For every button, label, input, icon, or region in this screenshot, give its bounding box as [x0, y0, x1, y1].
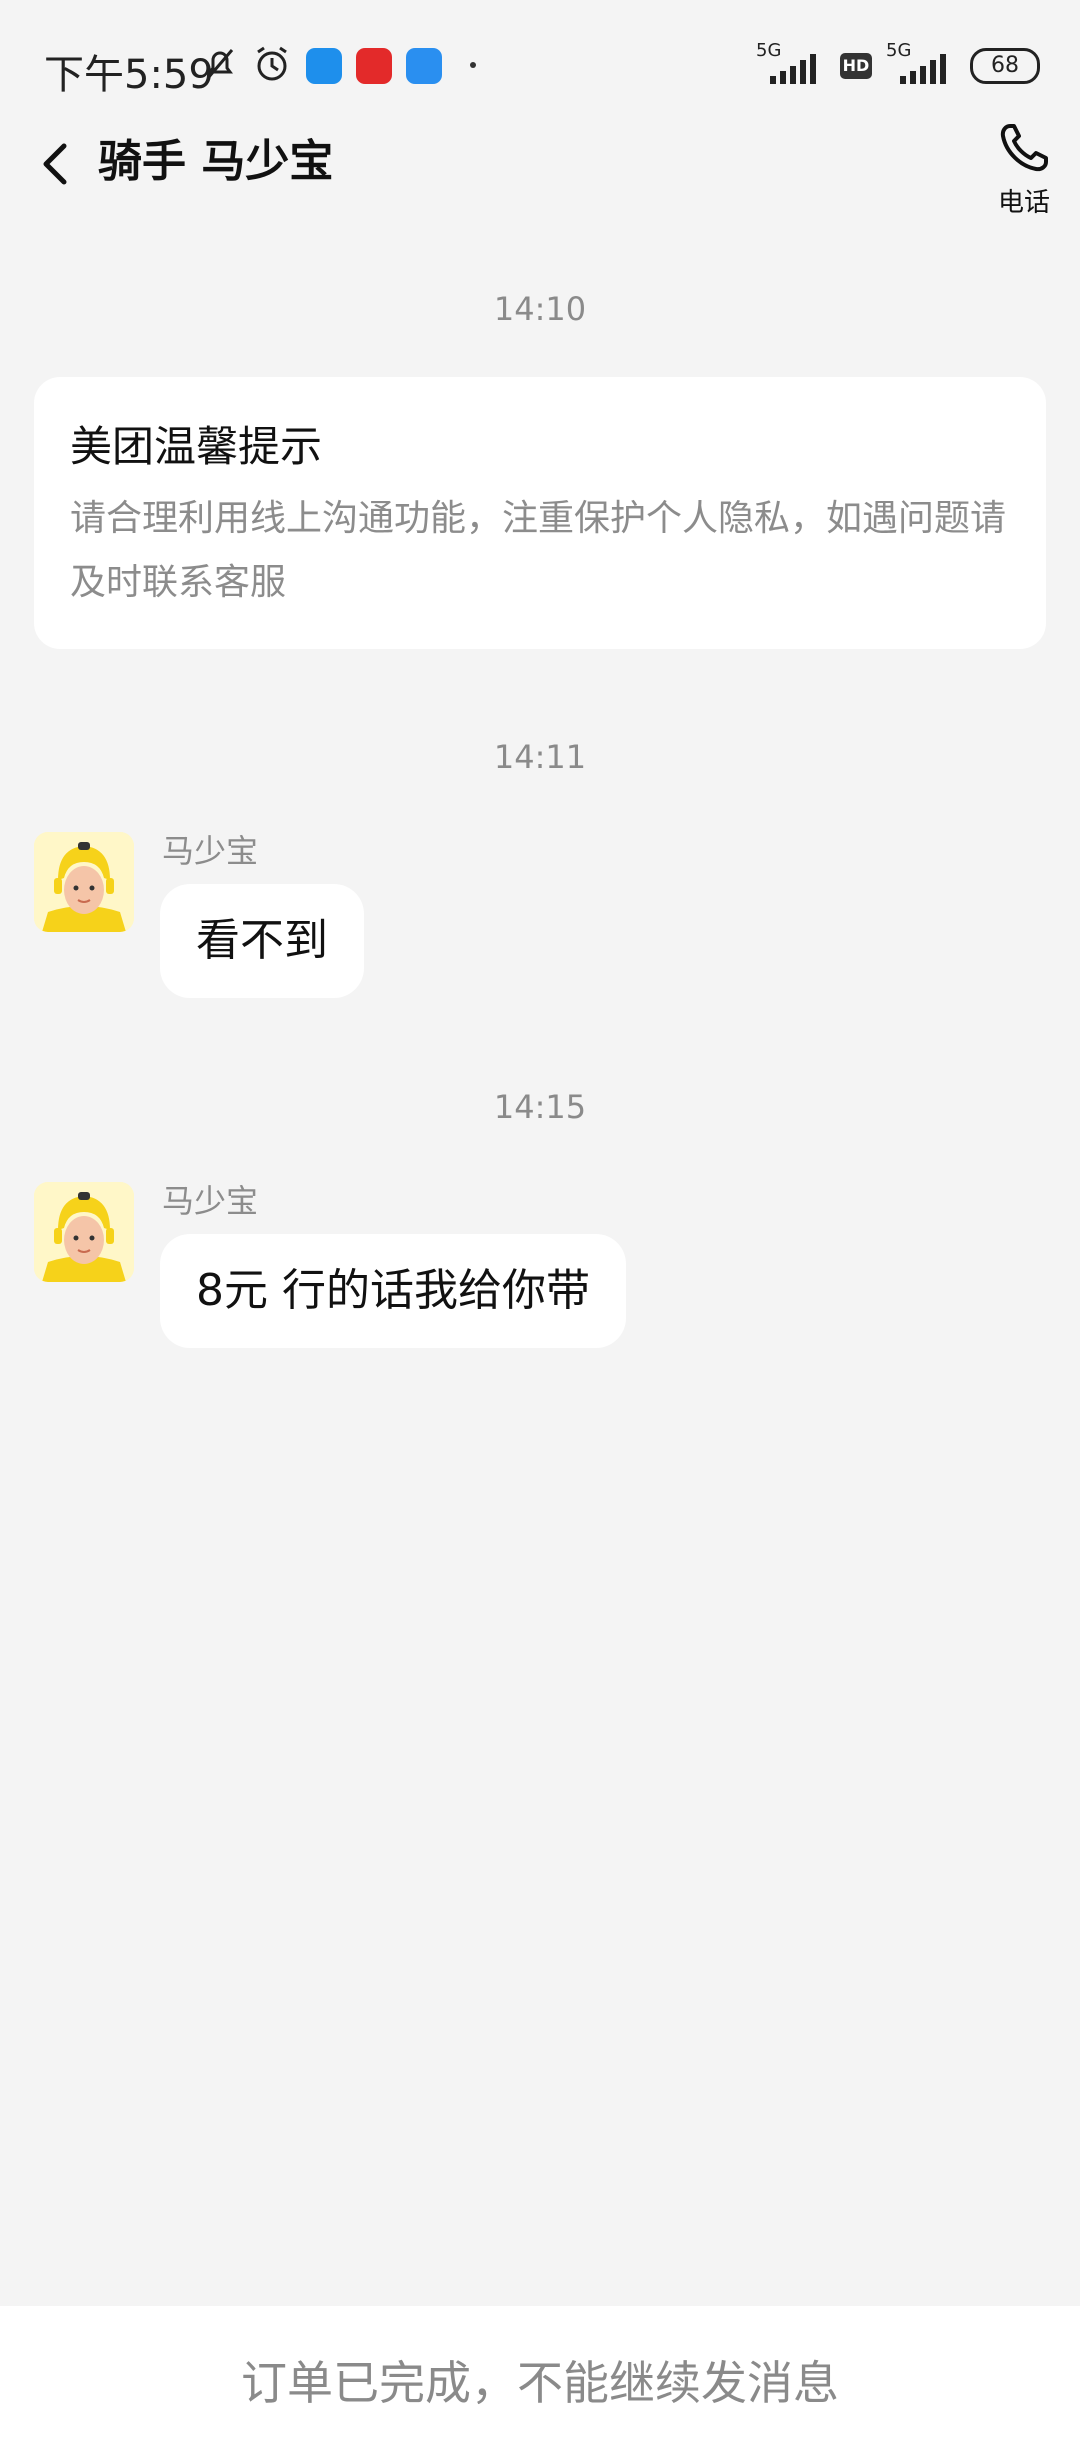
battery-indicator: 68: [970, 48, 1040, 84]
system-notice-card: 美团温馨提示 请合理利用线上沟通功能，注重保护个人隐私，如遇问题请及时联系客服: [34, 377, 1046, 649]
timestamp: 14:11: [493, 738, 587, 776]
signal-1: 5G: [756, 40, 826, 86]
signal-bars-icon: [900, 54, 946, 84]
mute-bell-icon: [206, 49, 234, 79]
message-sender-name: 马少宝: [162, 1182, 259, 1220]
more-notifications-dot-icon: [470, 62, 476, 68]
status-bar: 下午5:59 5G HD 5G 68: [0, 0, 1080, 130]
notice-body: 请合理利用线上沟通功能，注重保护个人隐私，如遇问题请及时联系客服: [70, 498, 1007, 603]
rider-avatar[interactable]: [34, 1182, 134, 1282]
signal-bars-icon: [770, 54, 816, 84]
message-sender-name: 马少宝: [162, 832, 259, 870]
chat-title: 骑手 马少宝: [98, 136, 334, 187]
status-time: 下午5:59: [44, 52, 214, 98]
cloud-app-icon: [406, 48, 442, 84]
rider-avatar[interactable]: [34, 832, 134, 932]
chat-header: 骑手 马少宝 电话: [0, 120, 1080, 218]
alipay-app-icon: [306, 48, 342, 84]
hd-badge: HD: [840, 53, 872, 79]
message-bubble[interactable]: 看不到: [160, 884, 364, 998]
phone-icon: [1000, 124, 1048, 172]
chat-closed-footer: 订单已完成，不能继续发消息: [0, 2306, 1080, 2460]
timestamp: 14:15: [493, 1088, 587, 1126]
phone-label: 电话: [997, 188, 1050, 218]
rider-avatar-image: [34, 1182, 134, 1282]
signal-2: 5G: [886, 40, 956, 86]
rider-avatar-image: [34, 832, 134, 932]
back-arrow-icon[interactable]: [28, 132, 88, 196]
notice-title: 美团温馨提示: [70, 422, 323, 471]
timestamp: 14:10: [493, 290, 587, 328]
chat-closed-notice: 订单已完成，不能继续发消息: [241, 2356, 839, 2410]
phone-call-button[interactable]: 电话: [992, 120, 1056, 218]
message-bubble[interactable]: 8元 行的话我给你带: [160, 1234, 626, 1348]
pinduoduo-app-icon: [356, 48, 392, 84]
alarm-icon: [257, 46, 287, 81]
